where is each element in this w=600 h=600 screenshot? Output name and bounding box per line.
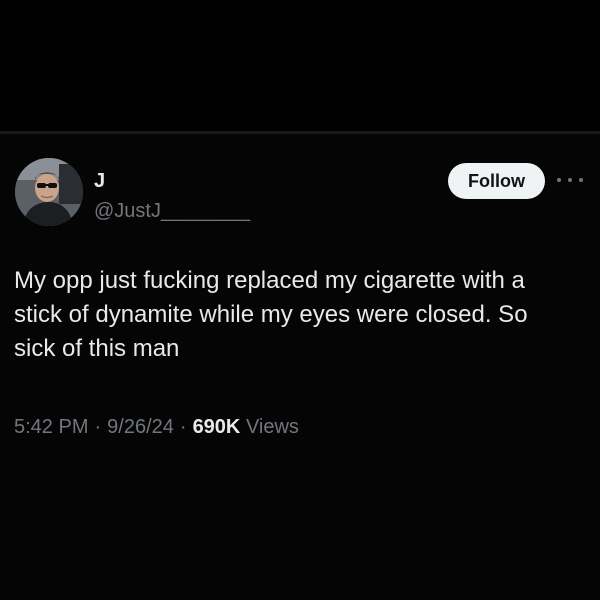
more-horizontal-icon[interactable]	[557, 172, 583, 188]
tweet-meta: 5:42 PM · 9/26/24 · 690K Views	[14, 414, 299, 440]
tweet-text: My opp just fucking replaced my cigarett…	[14, 267, 528, 362]
tweet-card	[0, 134, 600, 600]
meta-separator: ·	[179, 416, 187, 438]
display-name[interactable]: J	[94, 170, 105, 192]
meta-separator: ·	[94, 416, 102, 438]
more-dot	[557, 178, 561, 182]
avatar[interactable]	[15, 158, 83, 226]
tweet-date[interactable]: 9/26/24	[107, 416, 174, 438]
views-count[interactable]: 690K	[193, 416, 241, 438]
tweet-screenshot: J @JustJ________ Follow My opp just fuck…	[0, 0, 600, 600]
views-label: Views	[245, 416, 299, 438]
avatar-photo	[15, 158, 83, 226]
tweet-time[interactable]: 5:42 PM	[14, 416, 88, 438]
user-handle[interactable]: @JustJ________	[94, 199, 250, 223]
follow-button[interactable]: Follow	[448, 163, 545, 199]
more-dot	[568, 178, 572, 182]
more-dot	[579, 178, 583, 182]
